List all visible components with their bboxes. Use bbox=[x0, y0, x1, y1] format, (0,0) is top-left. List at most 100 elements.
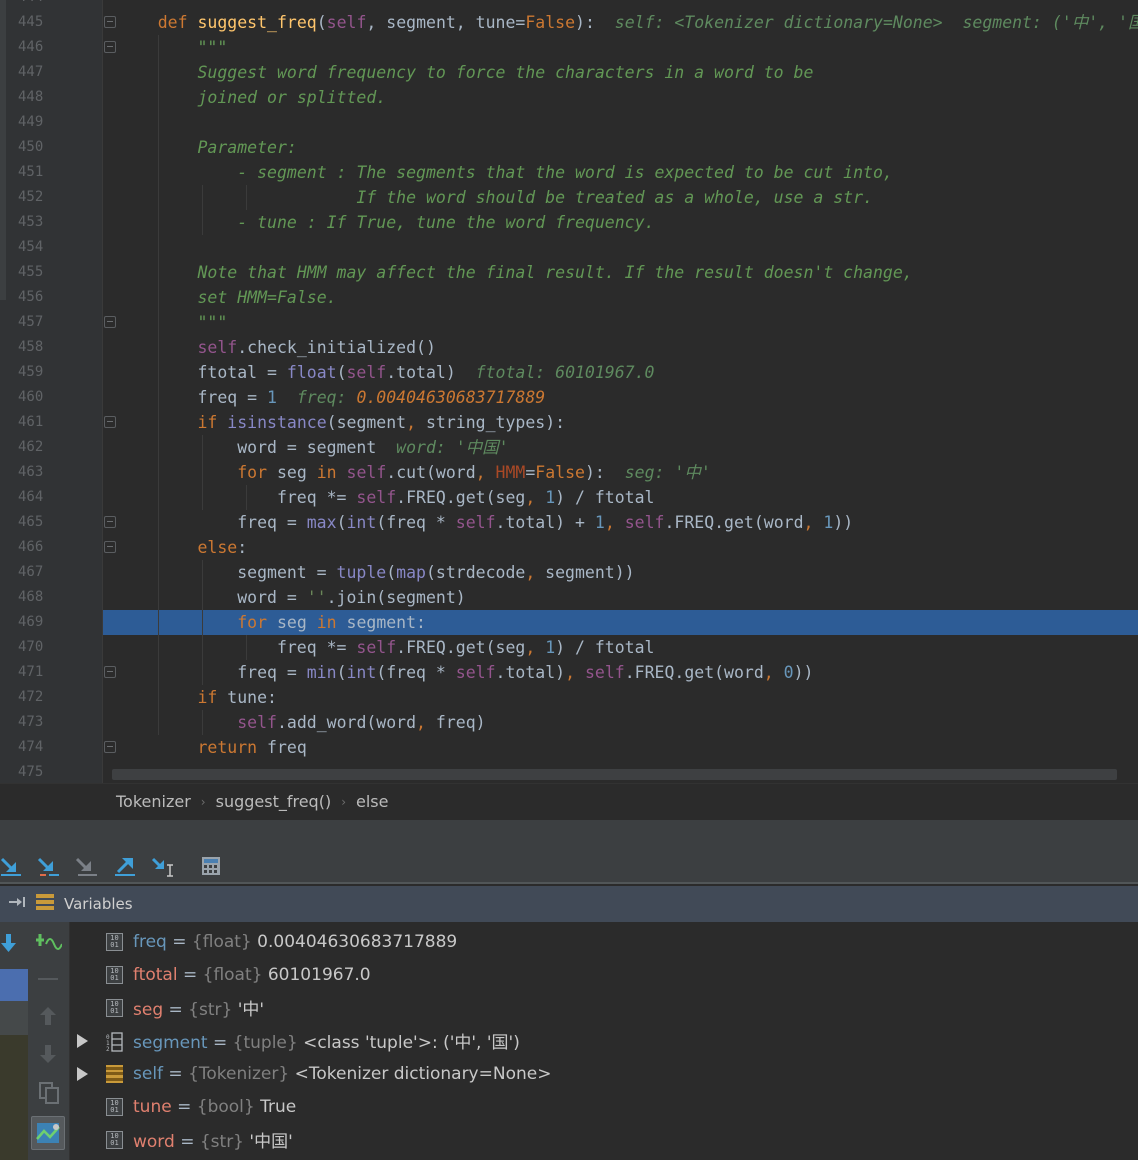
code-line: """ bbox=[197, 38, 228, 57]
svg-text:2: 2 bbox=[106, 1046, 110, 1052]
line-number: 469 bbox=[18, 614, 44, 630]
step-out-icon[interactable] bbox=[113, 855, 137, 877]
indent-guide bbox=[202, 560, 203, 685]
variable-row-ftotal[interactable]: 10 01 ftotal = {float} 60101967.0 bbox=[70, 958, 1138, 991]
primitive-icon: 10 01 bbox=[106, 965, 123, 984]
evaluate-expression-icon[interactable] bbox=[199, 855, 223, 877]
breadcrumb-separator: › bbox=[200, 794, 206, 809]
variable-type: {float} bbox=[191, 931, 252, 952]
run-to-cursor-icon[interactable] bbox=[151, 855, 175, 877]
indent-guide bbox=[246, 185, 247, 210]
variables-tree[interactable]: 10 01 freq = {float} 0.00404630683717889 10… bbox=[70, 922, 1138, 1160]
code-line: freq = max(int(freq * self.total) + 1, s… bbox=[118, 513, 854, 532]
variable-name: freq bbox=[133, 931, 167, 952]
variable-text: seg = {str} '中' bbox=[133, 995, 264, 1020]
move-down-icon[interactable] bbox=[39, 1044, 57, 1068]
code-editor[interactable]: 444 445 446 447 448 449 450 451 452 453 454 455 456 4… bbox=[0, 0, 1138, 783]
code-line: joined or splitted. bbox=[197, 88, 387, 107]
code-line: If the word should be treated as a whole… bbox=[356, 188, 873, 207]
line-number: 464 bbox=[18, 489, 44, 505]
code-area[interactable]: def suggest_freq(self, segment, tune=Fal… bbox=[103, 0, 1138, 783]
line-number: 467 bbox=[18, 564, 44, 580]
line-number-gutter: 444 445 446 447 448 449 450 451 452 453 454 455 456 4… bbox=[8, 0, 116, 783]
variable-name: segment bbox=[133, 1033, 208, 1053]
code-line: return freq bbox=[197, 738, 307, 757]
pin-icon[interactable] bbox=[8, 895, 28, 913]
code-line: freq = 1 freq: 0.00404630683717889 bbox=[118, 388, 546, 407]
line-number: 450 bbox=[18, 139, 44, 155]
download-arrow-icon[interactable] bbox=[0, 932, 18, 958]
variable-type: {bool} bbox=[196, 1096, 255, 1117]
show-watches-toggle-icon[interactable] bbox=[31, 1116, 65, 1150]
variable-value: 0.00404630683717889 bbox=[257, 931, 458, 952]
line-number: 449 bbox=[18, 114, 44, 130]
code-line: ftotal = float(self.total) ftotal: 60101… bbox=[118, 363, 655, 382]
variable-row-seg[interactable]: 10 01 seg = {str} '中' bbox=[70, 991, 1138, 1024]
code-line: word = ''.join(segment) bbox=[118, 588, 466, 607]
code-line: segment = tuple(map(strdecode, segment)) bbox=[118, 563, 635, 582]
breadcrumb-item-function[interactable]: suggest_freq() bbox=[212, 792, 336, 811]
code-line: set HMM=False. bbox=[197, 288, 337, 307]
line-number: 460 bbox=[18, 389, 44, 405]
variable-row-segment[interactable]: 0 1 2 segment = {tuple} <class 'tuple'>: ('… bbox=[70, 1024, 1138, 1057]
frame-row-highlight bbox=[0, 1001, 28, 1035]
frames-strip bbox=[0, 922, 28, 1160]
code-line: """ bbox=[197, 313, 228, 332]
code-line: Suggest word frequency to force the char… bbox=[197, 63, 814, 82]
step-into-my-code-icon[interactable] bbox=[75, 855, 99, 877]
line-number: 445 bbox=[18, 14, 44, 30]
variable-type: {float} bbox=[202, 964, 263, 985]
breadcrumb-item-block[interactable]: else bbox=[352, 792, 392, 811]
code-line: def suggest_freq(self, segment, tune=Fal… bbox=[157, 13, 1138, 32]
variable-name: self bbox=[133, 1063, 164, 1084]
line-number: 462 bbox=[18, 439, 44, 455]
line-number: 447 bbox=[18, 64, 44, 80]
step-over-icon[interactable] bbox=[0, 855, 24, 877]
variable-text: freq = {float} 0.00404630683717889 bbox=[133, 932, 457, 952]
indent-guide bbox=[202, 710, 203, 735]
indent-guide bbox=[158, 35, 159, 735]
equals-sign: = bbox=[177, 964, 203, 985]
add-watch-icon[interactable] bbox=[36, 930, 63, 958]
step-into-icon[interactable] bbox=[37, 855, 61, 877]
current-execution-line: for seg in segment: bbox=[103, 610, 1138, 635]
variables-panel-title: Variables bbox=[64, 895, 133, 913]
horizontal-scrollbar[interactable] bbox=[112, 769, 1117, 780]
variable-text: self = {Tokenizer} <Tokenizer dictionary… bbox=[133, 1064, 551, 1084]
indent-guide bbox=[246, 635, 247, 660]
line-number: 459 bbox=[18, 364, 44, 380]
line-number: 452 bbox=[18, 189, 44, 205]
variable-row-word[interactable]: 10 01 word = {str} '中国' bbox=[70, 1123, 1138, 1156]
expand-arrow-icon[interactable] bbox=[77, 1033, 88, 1048]
line-number: 456 bbox=[18, 289, 44, 305]
variable-text: tune = {bool} True bbox=[133, 1097, 296, 1117]
list-icon: 012 bbox=[106, 1031, 123, 1053]
debugger-tab-strip bbox=[0, 819, 1138, 848]
variable-name: ftotal bbox=[133, 964, 178, 985]
equals-sign: = bbox=[163, 1000, 189, 1020]
variable-value: '中' bbox=[237, 1000, 265, 1020]
line-number: 457 bbox=[18, 314, 44, 330]
variable-row-self[interactable]: self = {Tokenizer} <Tokenizer dictionary… bbox=[70, 1057, 1138, 1090]
variable-name: seg bbox=[133, 1000, 164, 1020]
variable-value: '中国' bbox=[249, 1132, 293, 1152]
variable-value: <Tokenizer dictionary=None> bbox=[294, 1063, 552, 1084]
variable-value: <class 'tuple'>: ('中', '国') bbox=[303, 1033, 520, 1053]
variables-action-bar bbox=[28, 922, 70, 1160]
line-number: 454 bbox=[18, 239, 44, 255]
breadcrumb-separator: › bbox=[341, 794, 347, 809]
line-number: 473 bbox=[18, 714, 44, 730]
remove-watch-icon[interactable] bbox=[38, 978, 58, 980]
variables-panel-header: Variables bbox=[0, 886, 1138, 922]
primitive-icon: 10 01 bbox=[106, 1097, 123, 1116]
variable-row-freq[interactable]: 10 01 freq = {float} 0.00404630683717889 bbox=[70, 925, 1138, 958]
line-number: 470 bbox=[18, 639, 44, 655]
variable-row-tune[interactable]: 10 01 tune = {bool} True bbox=[70, 1090, 1138, 1123]
expand-arrow-icon[interactable] bbox=[77, 1066, 88, 1081]
copy-icon[interactable] bbox=[39, 1082, 59, 1108]
breadcrumb-item-class[interactable]: Tokenizer bbox=[112, 792, 195, 811]
line-number: 455 bbox=[18, 264, 44, 280]
move-up-icon[interactable] bbox=[39, 1006, 57, 1030]
